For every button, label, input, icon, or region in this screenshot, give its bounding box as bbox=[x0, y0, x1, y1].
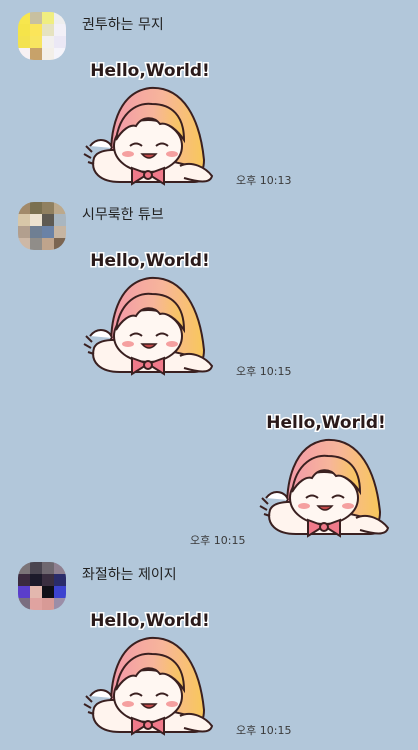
avatar-pixel bbox=[18, 24, 30, 36]
avatar-pixel bbox=[54, 12, 66, 24]
sender-name: 권투하는 무지 bbox=[82, 17, 164, 33]
avatar-pixel bbox=[54, 586, 66, 598]
avatar-pixel bbox=[42, 238, 54, 250]
avatar-pixel bbox=[30, 574, 42, 586]
message-row: 좌절하는 제이지 Hello,World! 오후 10:15 bbox=[0, 562, 418, 737]
avatar-pixel bbox=[18, 226, 30, 238]
avatar-pixel bbox=[42, 214, 54, 226]
sticker-caption: Hello,World! bbox=[266, 413, 386, 433]
sticker-image[interactable]: Hello,World! bbox=[80, 600, 220, 750]
avatar-pixel bbox=[54, 598, 66, 610]
avatar-pixel bbox=[30, 12, 42, 24]
message-row-outgoing: Hello,World! 오후 10:15 bbox=[0, 402, 418, 552]
message-row: 시무룩한 튜브 Hello,World! 오후 10:15 bbox=[0, 202, 418, 378]
sticker-caption: Hello,World! bbox=[90, 251, 210, 271]
avatar-pixel bbox=[30, 48, 42, 60]
avatar-pixel bbox=[18, 238, 30, 250]
avatar-pixel bbox=[42, 598, 54, 610]
avatar-pixel bbox=[18, 598, 30, 610]
avatar[interactable] bbox=[18, 562, 66, 610]
avatar-pixel bbox=[30, 202, 42, 214]
avatar-pixel bbox=[30, 214, 42, 226]
sticker-caption: Hello,World! bbox=[90, 611, 210, 631]
avatar-pixel bbox=[42, 226, 54, 238]
timestamp: 오후 10:13 bbox=[236, 174, 292, 187]
timestamp: 오후 10:15 bbox=[190, 534, 246, 547]
message-row: 권투하는 무지 Hello,World! 오후 10:13 bbox=[0, 12, 418, 187]
avatar-pixel bbox=[54, 574, 66, 586]
avatar-pixel bbox=[30, 562, 42, 574]
sender-name: 시무룩한 튜브 bbox=[82, 207, 164, 223]
avatar-pixel bbox=[54, 24, 66, 36]
sticker-image[interactable]: Hello,World! bbox=[80, 50, 220, 200]
avatar-pixel bbox=[30, 36, 42, 48]
avatar-pixel bbox=[18, 574, 30, 586]
avatar[interactable] bbox=[18, 202, 66, 250]
avatar-pixel bbox=[18, 586, 30, 598]
avatar-pixel bbox=[42, 24, 54, 36]
avatar-pixel bbox=[18, 214, 30, 226]
avatar-pixel bbox=[54, 36, 66, 48]
avatar-pixel bbox=[54, 214, 66, 226]
timestamp: 오후 10:15 bbox=[236, 724, 292, 737]
avatar-pixel bbox=[54, 48, 66, 60]
avatar-pixel bbox=[18, 562, 30, 574]
timestamp: 오후 10:15 bbox=[236, 365, 292, 378]
avatar-pixel bbox=[42, 586, 54, 598]
avatar-pixel bbox=[18, 36, 30, 48]
avatar-pixel bbox=[42, 562, 54, 574]
avatar-pixel bbox=[30, 226, 42, 238]
avatar-pixel bbox=[42, 48, 54, 60]
sender-name: 좌절하는 제이지 bbox=[82, 567, 177, 583]
avatar-pixel bbox=[42, 574, 54, 586]
avatar-pixel bbox=[54, 226, 66, 238]
avatar-pixel bbox=[30, 24, 42, 36]
avatar-pixel bbox=[42, 12, 54, 24]
avatar-pixel bbox=[54, 562, 66, 574]
avatar-pixel bbox=[42, 36, 54, 48]
avatar-pixel bbox=[30, 586, 42, 598]
sticker-image[interactable]: Hello,World! bbox=[80, 240, 220, 390]
avatar-pixel bbox=[18, 12, 30, 24]
avatar-pixel bbox=[30, 598, 42, 610]
avatar-pixel bbox=[54, 202, 66, 214]
sticker-image[interactable]: Hello,World! bbox=[256, 402, 396, 552]
sticker-caption: Hello,World! bbox=[90, 61, 210, 81]
avatar-pixel bbox=[18, 48, 30, 60]
avatar[interactable] bbox=[18, 12, 66, 60]
avatar-pixel bbox=[54, 238, 66, 250]
avatar-pixel bbox=[30, 238, 42, 250]
avatar-pixel bbox=[18, 202, 30, 214]
avatar-pixel bbox=[42, 202, 54, 214]
